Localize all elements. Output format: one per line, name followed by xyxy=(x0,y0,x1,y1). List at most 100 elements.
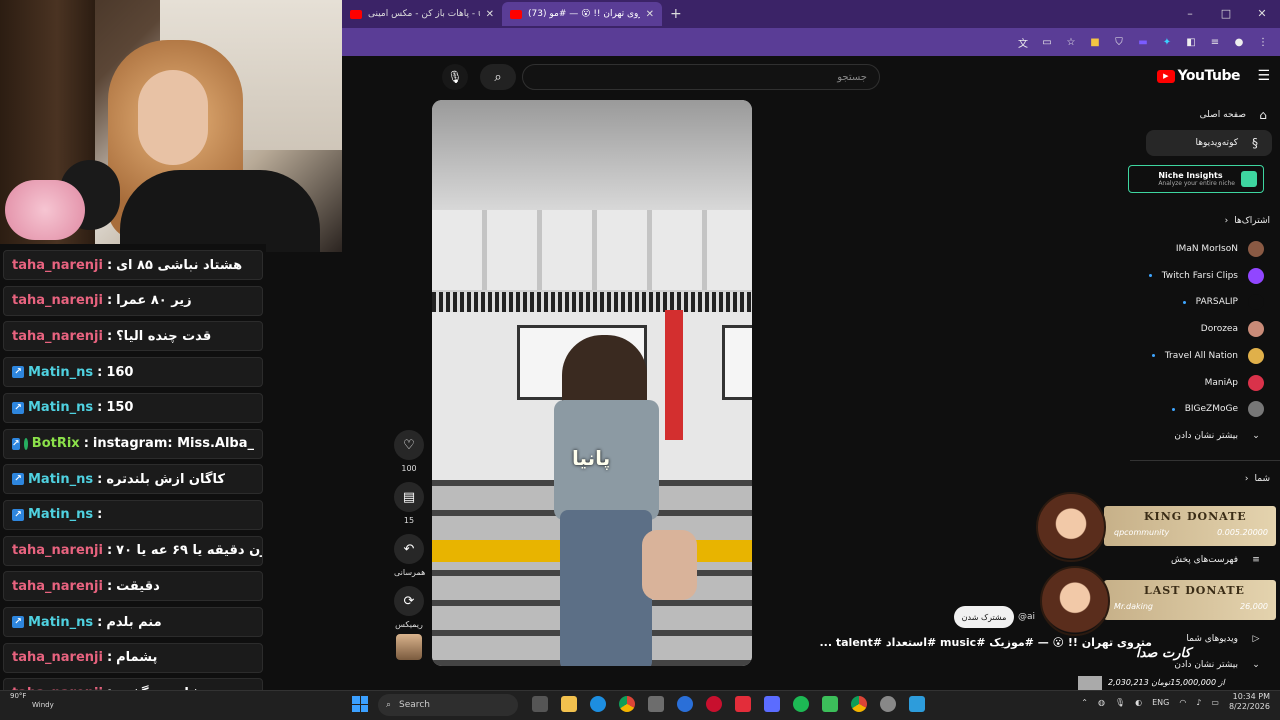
start-button[interactable] xyxy=(352,696,368,712)
chat-username[interactable]: BotRix xyxy=(32,436,80,451)
cast-icon[interactable]: ▭ xyxy=(1040,37,1054,48)
chat-username[interactable]: taha_narenji xyxy=(12,543,103,558)
subscription-name: ManiAp xyxy=(1204,377,1238,388)
voice-search-button[interactable]: 🎙 xyxy=(442,64,468,90)
app-icon[interactable] xyxy=(822,696,838,712)
app-icon[interactable] xyxy=(706,696,722,712)
translate-icon[interactable]: 文 xyxy=(1016,35,1030,50)
streamer-body xyxy=(120,170,320,252)
spotify-icon[interactable] xyxy=(793,696,809,712)
subscription-item[interactable]: PARSALIP xyxy=(1114,291,1264,313)
chat-username[interactable]: taha_narenji xyxy=(12,293,103,308)
chat-username[interactable]: Matin_ns xyxy=(28,365,93,380)
subscription-item[interactable]: Dorozea xyxy=(1114,318,1264,340)
sidebar-item-shorts[interactable]: کوته‌ویدیوها § xyxy=(1146,130,1272,156)
heart-icon[interactable]: ♡ xyxy=(394,430,424,460)
extension-icon[interactable]: ✦ xyxy=(1160,37,1174,48)
remix-action[interactable]: ⟳ ریمیکس xyxy=(394,586,424,629)
avatar xyxy=(1248,241,1264,257)
subscription-item[interactable]: IMaN MorIsoN xyxy=(1114,238,1264,260)
clock[interactable]: 10:34 PM 8/22/2026 xyxy=(1229,692,1270,712)
close-window-button[interactable]: ✕ xyxy=(1244,0,1280,28)
chat-username[interactable]: Matin_ns xyxy=(28,615,93,630)
comment-action[interactable]: ▤ 15 xyxy=(394,482,424,525)
niche-insights-button[interactable]: Niche Insights Analyze your entire niche xyxy=(1128,165,1264,193)
language-indicator[interactable]: ENG xyxy=(1152,698,1169,707)
file-explorer-icon[interactable] xyxy=(561,696,577,712)
puzzle-icon[interactable]: ◧ xyxy=(1184,37,1198,48)
bookmark-star-icon[interactable]: ☆ xyxy=(1064,37,1078,48)
app-icon[interactable] xyxy=(880,696,896,712)
remix-icon[interactable]: ⟳ xyxy=(394,586,424,616)
hamburger-menu-icon[interactable]: ☰ xyxy=(1257,68,1270,84)
shield-icon[interactable]: ⛉ xyxy=(1112,37,1126,48)
menu-kebab-icon[interactable]: ⋮ xyxy=(1256,37,1270,48)
battery-icon[interactable]: ▭ xyxy=(1211,698,1219,707)
weather-widget[interactable]: 90°F Windy xyxy=(10,692,54,710)
search-input[interactable]: جستجو xyxy=(522,64,880,90)
task-view-icon[interactable] xyxy=(532,696,548,712)
youtube-logo[interactable]: ▶ YouTube xyxy=(1156,68,1241,84)
subscribe-button[interactable]: مشترک شدن xyxy=(954,606,1014,628)
subscriptions-header[interactable]: › اشتراک‌ها xyxy=(1225,216,1270,226)
extension-icon[interactable]: ▬ xyxy=(1136,37,1150,48)
chrome-icon[interactable] xyxy=(851,696,867,712)
chevron-up-icon[interactable]: ⌃ xyxy=(1081,698,1088,707)
chat-message: taha_narenji: هشتاد نباشی ۸۵ ای xyxy=(3,250,263,280)
minimize-button[interactable]: – xyxy=(1172,0,1208,28)
chat-message: taha_narenji: زیر ۸۰ عمرا xyxy=(3,285,263,316)
chat-username[interactable]: taha_narenji xyxy=(12,650,103,665)
close-tab-icon[interactable]: ✕ xyxy=(486,9,494,20)
show-more-button[interactable]: بیشتر نشان دادن ⌄ xyxy=(1114,425,1264,447)
sidebar-divider xyxy=(1130,460,1280,461)
last-donate-user: Mr.daking xyxy=(1114,602,1153,611)
profile-avatar[interactable]: ● xyxy=(1232,37,1246,48)
close-tab-icon[interactable]: ✕ xyxy=(646,9,654,20)
tray-icon[interactable]: ◐ xyxy=(1135,698,1142,707)
chrome-icon[interactable] xyxy=(619,696,635,712)
subscription-item[interactable]: ManiAp xyxy=(1114,372,1264,394)
browser-tab[interactable]: پاهات باز کُن - مکس امینی - ube ✕ xyxy=(342,2,502,26)
edge-icon[interactable] xyxy=(590,696,606,712)
sidebar-item-playlists[interactable]: فهرست‌های پخش ≡ xyxy=(1114,549,1264,571)
store-icon[interactable] xyxy=(648,696,664,712)
wifi-icon[interactable]: ◠ xyxy=(1179,698,1186,707)
maximize-button[interactable]: □ xyxy=(1208,0,1244,28)
like-action[interactable]: ♡ 100 xyxy=(394,430,424,473)
subscription-item[interactable]: Twitch Farsi Clips xyxy=(1114,265,1264,287)
chat-username[interactable]: Matin_ns xyxy=(28,507,93,522)
taskbar-search[interactable]: ⌕ Search xyxy=(378,694,518,716)
reading-list-icon[interactable]: ≡ xyxy=(1208,37,1222,48)
comment-icon[interactable]: ▤ xyxy=(394,482,424,512)
app-icon[interactable] xyxy=(677,696,693,712)
channel-handle[interactable]: @ai xyxy=(1018,612,1035,622)
new-tab-button[interactable]: + xyxy=(662,6,690,22)
mic-icon[interactable]: 🎙 xyxy=(1115,698,1125,707)
share-action[interactable]: ↶ همرسانی xyxy=(394,534,425,577)
speaker-icon[interactable]: ♪ xyxy=(1196,698,1201,707)
extension-icon[interactable]: ■ xyxy=(1088,37,1102,48)
search-button[interactable]: ⌕ xyxy=(480,64,516,90)
you-header[interactable]: › شما xyxy=(1245,474,1270,484)
browser-tab-active[interactable]: (73) متروی تهران !! 😮 — #مو ✕ xyxy=(502,2,662,26)
short-video-player[interactable]: پانیا xyxy=(432,100,752,666)
tray-icon[interactable]: ◍ xyxy=(1098,698,1105,707)
chat-username[interactable]: Matin_ns xyxy=(28,400,93,415)
subscription-item[interactable]: Travel All Nation xyxy=(1114,345,1264,367)
chat-text: 160 xyxy=(106,364,134,380)
chat-username[interactable]: taha_narenji xyxy=(12,579,103,594)
weather-label: Windy xyxy=(32,701,54,709)
chat-username[interactable]: taha_narenji xyxy=(12,329,103,344)
chat-username[interactable]: taha_narenji xyxy=(12,258,103,273)
sidebar-item-home[interactable]: صفحه اصلی ⌂ xyxy=(1138,102,1280,128)
avatar xyxy=(1248,374,1264,391)
chat-username[interactable]: Matin_ns xyxy=(28,472,93,487)
subscription-item[interactable]: BIGeZMoGe xyxy=(1114,398,1264,420)
video-subject xyxy=(560,510,652,666)
app-icon[interactable] xyxy=(909,696,925,712)
app-icon[interactable] xyxy=(764,696,780,712)
share-icon[interactable]: ↶ xyxy=(394,534,424,564)
sound-thumbnail[interactable] xyxy=(396,634,422,660)
app-icon[interactable] xyxy=(735,696,751,712)
short-title[interactable]: متروی تهران !! 😮 — #موزیک #music #استعدا… xyxy=(812,636,1153,649)
